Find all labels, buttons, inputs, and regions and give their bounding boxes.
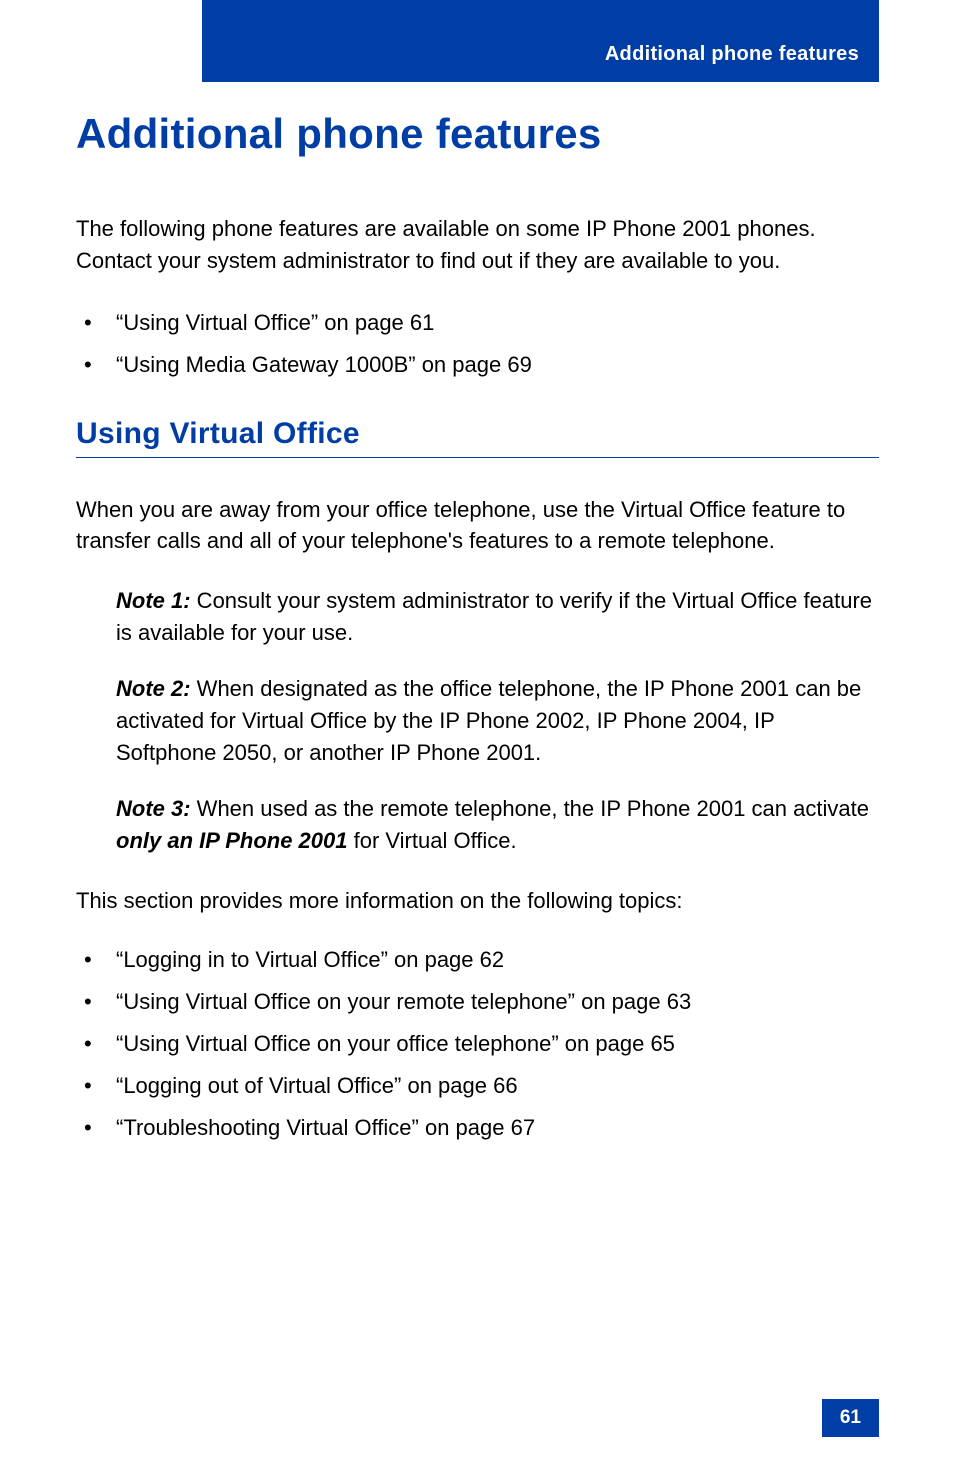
- list-item: “Using Virtual Office on your office tel…: [76, 1028, 879, 1060]
- page-content: Additional phone features The following …: [76, 110, 879, 1180]
- note-1: Note 1: Consult your system administrato…: [116, 585, 879, 649]
- list-item: “Using Virtual Office” on page 61: [76, 307, 879, 339]
- page-header: Additional phone features: [210, 0, 879, 82]
- list-item: “Using Virtual Office on your remote tel…: [76, 986, 879, 1018]
- note-text: Consult your system administrator to ver…: [116, 588, 872, 645]
- note-text-before: When used as the remote telephone, the I…: [191, 796, 869, 821]
- list-item: “Logging in to Virtual Office” on page 6…: [76, 944, 879, 976]
- running-header-text: Additional phone features: [605, 43, 859, 66]
- section-paragraph-2: This section provides more information o…: [76, 885, 879, 917]
- note-emphasis: only an IP Phone 2001: [116, 828, 347, 853]
- top-bullet-list: “Using Virtual Office” on page 61 “Using…: [76, 307, 879, 381]
- note-text: When designated as the office telephone,…: [116, 676, 861, 765]
- notes-block: Note 1: Consult your system administrato…: [116, 585, 879, 856]
- list-item: “Using Media Gateway 1000B” on page 69: [76, 349, 879, 381]
- page-title: Additional phone features: [76, 110, 879, 158]
- note-label: Note 3:: [116, 796, 191, 821]
- note-3: Note 3: When used as the remote telephon…: [116, 793, 879, 857]
- intro-paragraph: The following phone features are availab…: [76, 213, 879, 277]
- note-text-after: for Virtual Office.: [347, 828, 516, 853]
- header-left-accent: [202, 0, 210, 82]
- note-label: Note 2:: [116, 676, 191, 701]
- note-2: Note 2: When designated as the office te…: [116, 673, 879, 769]
- sub-bullet-list: “Logging in to Virtual Office” on page 6…: [76, 944, 879, 1143]
- page-number: 61: [822, 1399, 879, 1437]
- section-paragraph: When you are away from your office telep…: [76, 494, 879, 558]
- section-heading: Using Virtual Office: [76, 417, 879, 458]
- list-item: “Logging out of Virtual Office” on page …: [76, 1070, 879, 1102]
- list-item: “Troubleshooting Virtual Office” on page…: [76, 1112, 879, 1144]
- note-label: Note 1:: [116, 588, 191, 613]
